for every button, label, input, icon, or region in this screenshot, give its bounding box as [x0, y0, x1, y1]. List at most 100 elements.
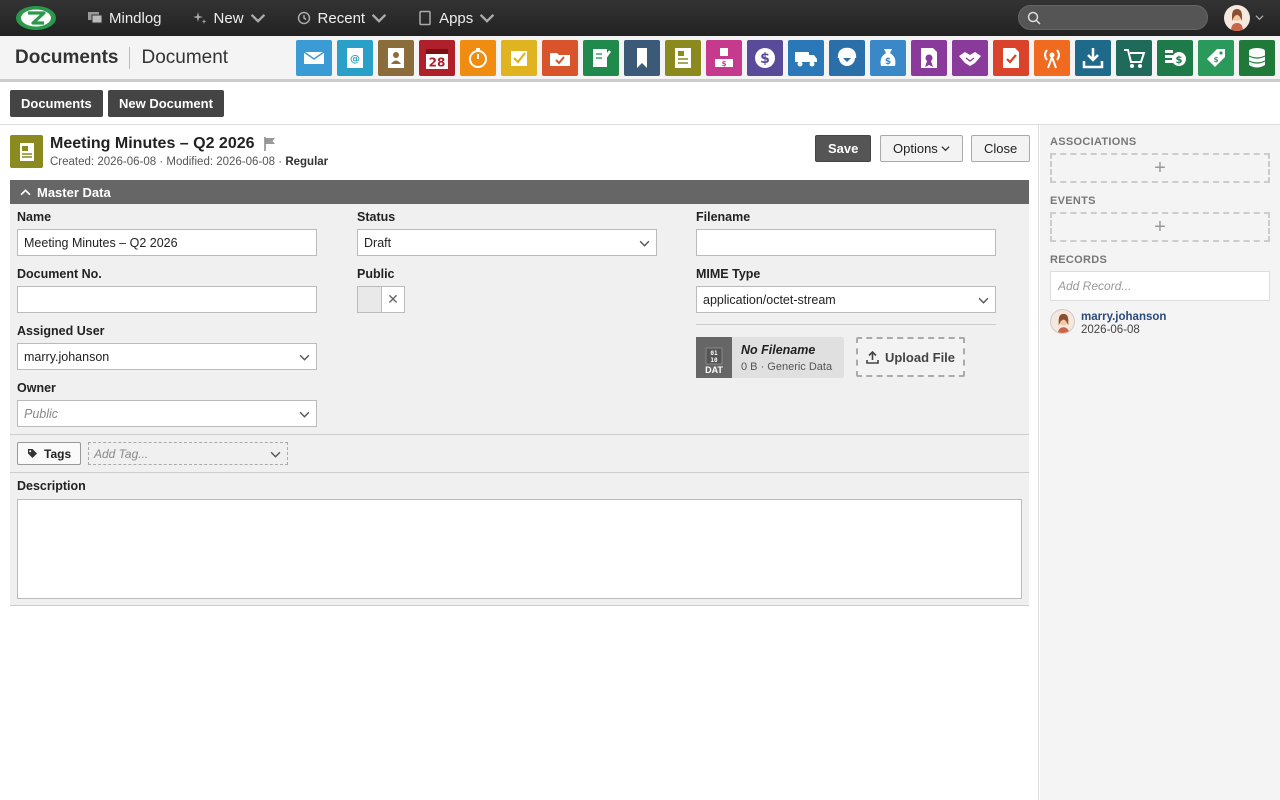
tags-button[interactable]: Tags [17, 442, 82, 465]
certificate-icon[interactable] [911, 40, 947, 76]
pdf-icon[interactable] [993, 40, 1029, 76]
cart-icon[interactable] [1116, 40, 1152, 76]
sparkle-icon [192, 12, 207, 24]
support-icon[interactable] [829, 40, 865, 76]
accounting-icon[interactable]: $ [747, 40, 783, 76]
flag-icon[interactable] [263, 136, 277, 152]
name-input[interactable] [17, 229, 317, 256]
global-search[interactable] [1018, 5, 1208, 30]
email-account-icon[interactable]: @ [337, 40, 373, 76]
assigned-user-label: Assigned User [17, 324, 105, 338]
breadcrumb-module[interactable]: Documents [15, 46, 131, 69]
document-title: Meeting Minutes – Q2 2026 [50, 135, 255, 152]
nav-apps[interactable]: Apps [417, 10, 495, 27]
chevron-down-icon [299, 354, 310, 361]
right-sidebar: ASSOCIATIONS + EVENTS + RECORDS Add Reco… [1040, 125, 1280, 800]
close-button[interactable]: Close [971, 135, 1031, 162]
plus-icon: + [1154, 156, 1166, 179]
name-label: Name [17, 210, 52, 224]
documents-icon[interactable] [665, 40, 701, 76]
file-badge-label: DAT [705, 365, 723, 375]
mail-icon[interactable] [296, 40, 332, 76]
download-icon[interactable] [1075, 40, 1111, 76]
database-icon[interactable] [1239, 40, 1275, 76]
owner-label: Owner [17, 381, 56, 395]
options-label: Options [893, 141, 938, 156]
associations-heading: ASSOCIATIONS [1050, 136, 1137, 148]
add-association-button[interactable]: + [1050, 153, 1270, 183]
add-event-button[interactable]: + [1050, 212, 1270, 242]
document-form: Meeting Minutes – Q2 2026 Created: 2026-… [0, 125, 1039, 800]
search-icon [1027, 11, 1041, 25]
add-record-placeholder: Add Record... [1058, 279, 1132, 293]
nav-new[interactable]: New [192, 10, 266, 27]
svg-text:01: 01 [710, 350, 718, 357]
money-bag-icon[interactable]: $ [870, 40, 906, 76]
description-textarea[interactable] [17, 499, 1022, 599]
svg-text:@: @ [350, 54, 360, 65]
document-no-input[interactable] [17, 286, 317, 313]
file-card: 01 10 DAT No Filename 0 B · Generic Data [696, 337, 844, 378]
delivery-icon[interactable] [788, 40, 824, 76]
timer-icon[interactable] [460, 40, 496, 76]
modified-date: 2026-06-08 [216, 156, 276, 168]
tasks-icon[interactable] [501, 40, 537, 76]
chevron-down-icon[interactable] [1255, 13, 1264, 22]
cash-icon[interactable]: $ [1157, 40, 1193, 76]
close-icon: ✕ [387, 291, 399, 307]
document-no-label: Document No. [17, 267, 102, 281]
chevron-down-icon [299, 411, 310, 418]
filename-input[interactable] [696, 229, 996, 256]
chevron-up-icon [20, 188, 31, 195]
file-info: 0 B · Generic Data [741, 361, 833, 373]
app-logo-icon[interactable] [15, 5, 57, 31]
public-toggle[interactable]: ✕ [357, 286, 405, 313]
user-avatar-icon [1057, 313, 1070, 333]
save-button[interactable]: Save [815, 135, 872, 162]
owner-value: Public [24, 406, 59, 421]
description-label: Description [17, 479, 86, 493]
broadcast-icon[interactable] [1034, 40, 1070, 76]
user-avatar[interactable] [1224, 5, 1250, 31]
add-tag-input[interactable]: Add Tag... [88, 442, 288, 465]
master-data-header[interactable]: Master Data [10, 180, 1029, 204]
owner-select[interactable]: Public [17, 400, 317, 427]
monitor-icon [88, 12, 103, 24]
svg-text:28: 28 [429, 56, 446, 70]
price-tag-icon[interactable]: $ [1198, 40, 1234, 76]
new-label: New [213, 9, 244, 27]
contacts-icon[interactable] [378, 40, 414, 76]
new-document-tab-button[interactable]: New Document [108, 90, 224, 117]
upload-file-button[interactable]: Upload File [856, 337, 965, 377]
document-type-icon [10, 135, 43, 168]
tab-bar: Documents New Document [0, 85, 1280, 125]
search-input[interactable] [1047, 8, 1197, 27]
chevron-down-icon [371, 13, 387, 23]
master-data-title: Master Data [37, 184, 111, 200]
tags-label: Tags [44, 446, 72, 461]
nav-recent[interactable]: Recent [296, 10, 388, 27]
status-select[interactable]: Draft [357, 229, 657, 256]
options-button[interactable]: Options [880, 135, 963, 162]
calendar-icon[interactable]: 28 [419, 40, 455, 76]
assigned-user-select[interactable]: marry.johanson [17, 343, 317, 370]
app-launcher-bar: @28 $ $ $ $ $ [296, 40, 1275, 76]
events-heading: EVENTS [1050, 195, 1096, 207]
handshake-icon[interactable] [952, 40, 988, 76]
projects-icon[interactable] [542, 40, 578, 76]
notes-icon[interactable] [583, 40, 619, 76]
master-data-panel: Master Data Name Document No. Assigned U… [10, 180, 1029, 606]
tag-icon [28, 449, 37, 458]
svg-text:$: $ [885, 57, 891, 67]
file-name: No Filename [741, 343, 816, 357]
toggle-knob [358, 287, 382, 312]
documents-tab-button[interactable]: Documents [10, 90, 103, 117]
record-user[interactable]: marry.johanson [1081, 311, 1166, 323]
mime-type-select[interactable]: application/octet-stream [696, 286, 996, 313]
nav-brand[interactable]: Mindlog [87, 10, 162, 27]
bookmark-icon[interactable] [624, 40, 660, 76]
add-record-input[interactable]: Add Record... [1050, 271, 1270, 301]
svg-text:10: 10 [710, 357, 718, 364]
record-date: 2026-06-08 [1081, 324, 1140, 336]
contracts-icon[interactable]: $ [706, 40, 742, 76]
